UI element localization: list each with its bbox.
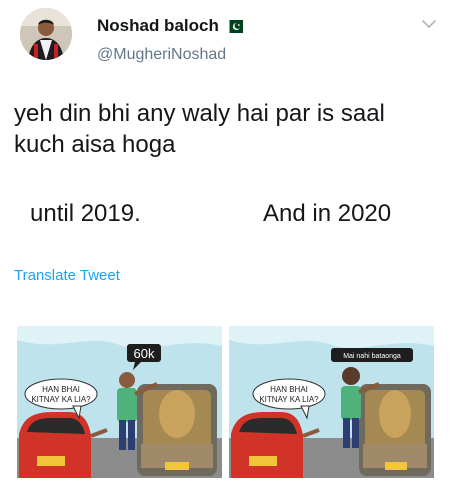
avatar[interactable] (20, 8, 72, 60)
meme-image[interactable]: 60k HAN BHAI KITNAY KA LIA? Mai nahi bat… (17, 326, 434, 478)
author-handle[interactable]: @MugheriNoshad (97, 46, 226, 64)
avatar-image (20, 8, 72, 60)
right-bubble-line1: HAN BHAI (270, 385, 308, 394)
author-row: Noshad baloch (97, 16, 243, 36)
author-name[interactable]: Noshad baloch (97, 16, 219, 36)
left-bubble-line2: KITNAY KA LIA? (31, 395, 91, 404)
meme-right-panel: Mai nahi bataonga HAN BHAI KITNAY KA LIA… (229, 326, 434, 478)
left-bubble-line1: HAN BHAI (42, 385, 80, 394)
tweet-line-right: And in 2020 (263, 200, 392, 227)
tweet-text: yeh din bhi any waly hai par is saal kuc… (14, 100, 385, 158)
pakistan-flag-icon (224, 19, 243, 33)
right-bubble-top-text: Mai nahi bataonga (343, 353, 401, 360)
left-bubble-top-text: 60k (134, 346, 155, 361)
meme-left-panel: 60k HAN BHAI KITNAY KA LIA? (17, 326, 222, 478)
translate-tweet-link[interactable]: Translate Tweet (14, 267, 120, 284)
right-bubble-line2: KITNAY KA LIA? (259, 395, 319, 404)
tweet-line-left: until 2019. (30, 200, 141, 227)
chevron-down-icon[interactable] (421, 17, 437, 29)
